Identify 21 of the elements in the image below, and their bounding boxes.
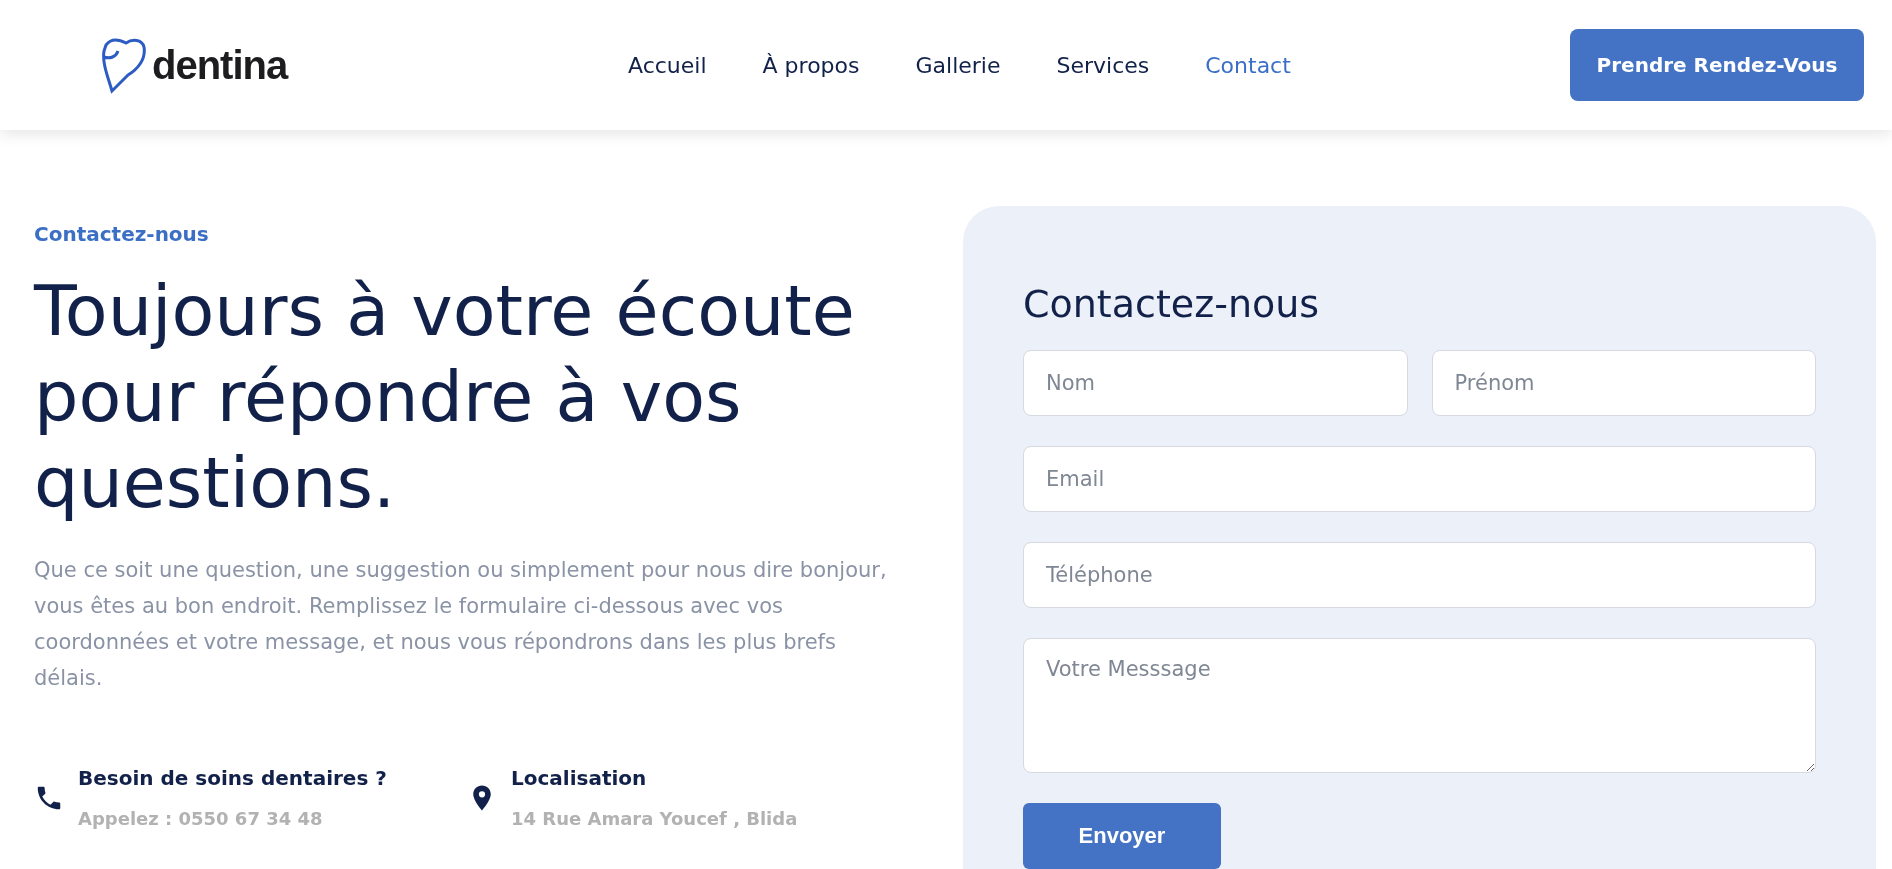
section-label: Contactez-nous bbox=[34, 222, 210, 246]
message-field[interactable]: Votre Messsage bbox=[1023, 638, 1816, 773]
info-detail: 14 Rue Amara Youcef , Blida bbox=[511, 808, 798, 829]
info-detail: Appelez : 0550 67 34 48 bbox=[78, 808, 324, 829]
nav-link[interactable]: À propos bbox=[762, 52, 860, 78]
input-field[interactable]: Nom bbox=[1023, 350, 1408, 416]
input-field[interactable]: Téléphone bbox=[1023, 542, 1816, 608]
heading: Toujours à votre écoute pour répondre à vos questions. bbox=[34, 269, 856, 526]
input-field[interactable]: Email bbox=[1023, 446, 1816, 512]
appointment-button[interactable]: Prendre Rendez-Vous bbox=[1570, 29, 1864, 101]
nav-link[interactable]: Services bbox=[1056, 52, 1150, 78]
nav-link[interactable]: Contact bbox=[1205, 52, 1291, 78]
info-title: Localisation bbox=[511, 766, 648, 790]
send-button[interactable]: Envoyer bbox=[1023, 803, 1221, 869]
form-title: Contactez-nous bbox=[1023, 282, 1321, 326]
nav-link[interactable]: Gallerie bbox=[915, 52, 1001, 78]
input-field[interactable]: Prénom bbox=[1431, 350, 1816, 416]
intro-paragraph: Que ce soit une question, une suggestion ou simplement pour nous dire bonjour, vous êtes au bon endroit. Remplissez le formulaire ci-dessous avec vos coordonnées et votre message, et nous vous répondrons dans les plus brefs délais. bbox=[34, 557, 888, 692]
logo-text[interactable]: dentina bbox=[152, 42, 288, 88]
info-title: Besoin de soins dentaires ? bbox=[78, 766, 387, 790]
nav-link[interactable]: Accueil bbox=[628, 52, 707, 78]
